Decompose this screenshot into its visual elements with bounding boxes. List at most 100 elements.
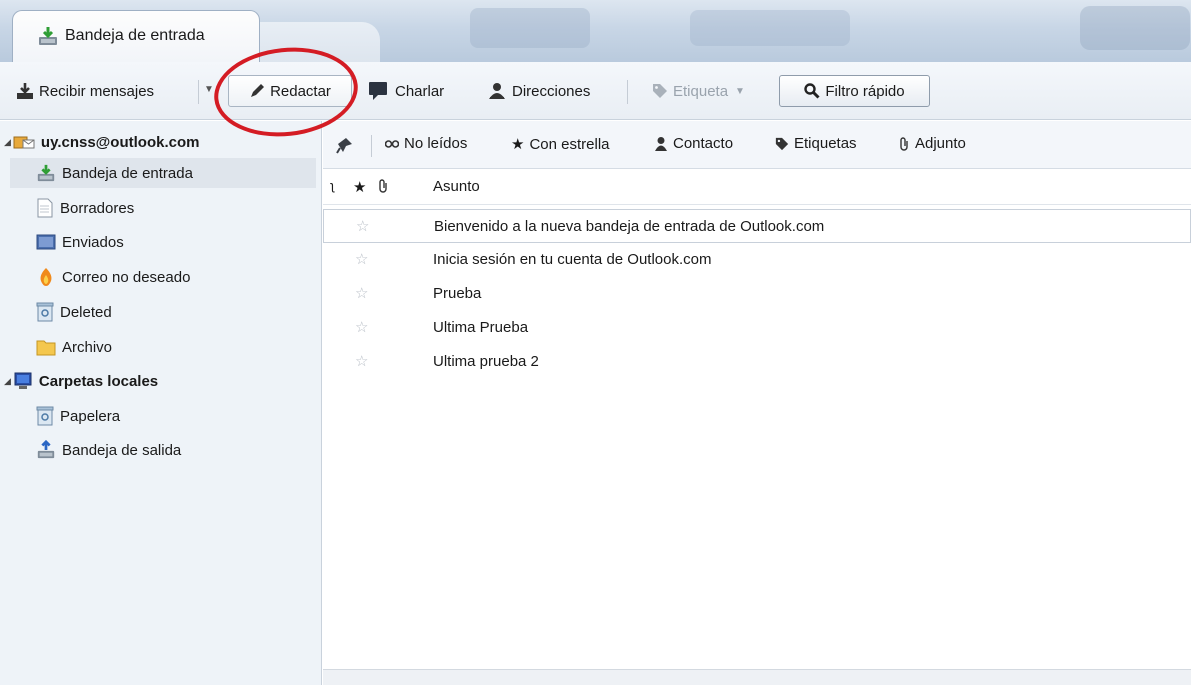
toolbar-separator xyxy=(198,80,199,104)
local-folders-label: Carpetas locales xyxy=(38,372,159,390)
pencil-icon xyxy=(249,83,265,99)
quick-filter-bar: No leídos ★ Con estrella Contacto Etique… xyxy=(323,121,1191,169)
account-mail-icon xyxy=(13,133,35,151)
tab-inbox[interactable]: Bandeja de entrada xyxy=(12,10,260,62)
folder-label: Borradores xyxy=(60,199,135,217)
folder-label: Correo no deseado xyxy=(62,268,191,286)
blurred-background xyxy=(1080,6,1190,50)
chevron-down-icon[interactable]: ▼ xyxy=(204,84,214,95)
outbox-icon xyxy=(36,440,56,460)
message-subject: Ultima Prueba xyxy=(433,319,529,336)
tab-gap xyxy=(260,22,380,62)
account-label: uy.cnss@outlook.com xyxy=(40,133,200,151)
tag-label: Etiqueta xyxy=(673,82,729,100)
message-row[interactable]: ☆ Bienvenido a la nueva bandeja de entra… xyxy=(323,209,1191,243)
star-icon[interactable]: ☆ xyxy=(356,217,369,235)
chevron-down-icon: ▼ xyxy=(735,85,745,97)
folder-archive[interactable]: Archivo xyxy=(36,332,112,362)
toolbar-separator xyxy=(627,80,628,104)
message-subject: Inicia sesión en tu cuenta de Outlook.co… xyxy=(433,251,712,268)
get-messages-button[interactable]: Recibir mensajes xyxy=(16,75,154,107)
tab-strip: Bandeja de entrada xyxy=(0,0,1191,62)
inbox-icon xyxy=(36,163,56,183)
blurred-background xyxy=(690,10,850,46)
message-row[interactable]: ☆ Inicia sesión en tu cuenta de Outlook.… xyxy=(323,243,1191,277)
message-row[interactable]: ☆ Ultima prueba 2 xyxy=(323,345,1191,379)
chat-button[interactable]: Charlar xyxy=(368,75,444,107)
trash-icon xyxy=(36,302,54,322)
address-book-button[interactable]: Direcciones xyxy=(487,75,590,107)
folder-sent[interactable]: Enviados xyxy=(36,227,124,257)
expand-triangle-icon[interactable]: ◢ xyxy=(4,137,11,148)
blurred-background xyxy=(470,8,590,48)
attachment-filter-label: Adjunto xyxy=(915,135,966,152)
account-item[interactable]: ◢ uy.cnss@outlook.com xyxy=(4,129,199,155)
unread-filter-button[interactable]: No leídos xyxy=(385,135,467,152)
pin-filter-button[interactable] xyxy=(335,135,360,155)
folder-label: Archivo xyxy=(62,338,113,356)
sent-icon xyxy=(36,233,56,251)
thread-column-icon[interactable]: ʅ xyxy=(331,178,334,193)
folder-inbox[interactable]: Bandeja de entrada xyxy=(10,158,316,188)
contact-filter-label: Contacto xyxy=(673,135,734,152)
folder-label: Enviados xyxy=(62,233,124,251)
contact-filter-button[interactable]: Contacto xyxy=(654,135,733,152)
folder-label: Deleted xyxy=(60,303,112,321)
computer-icon xyxy=(13,371,33,391)
compose-button[interactable]: Redactar xyxy=(228,75,352,107)
trash-icon xyxy=(36,406,54,426)
folder-outbox[interactable]: Bandeja de salida xyxy=(36,435,181,465)
junk-icon xyxy=(36,267,56,287)
attachment-column-icon[interactable] xyxy=(377,178,389,198)
message-subject: Ultima prueba 2 xyxy=(433,353,539,370)
contact-icon xyxy=(654,136,668,152)
star-icon[interactable]: ☆ xyxy=(355,284,368,302)
subject-column-header[interactable]: Asunto xyxy=(433,178,480,195)
starred-filter-button[interactable]: ★ Con estrella xyxy=(511,135,610,154)
address-book-icon xyxy=(487,82,507,100)
chat-icon xyxy=(368,81,390,101)
search-icon xyxy=(804,83,820,99)
folder-label: Bandeja de entrada xyxy=(62,164,193,182)
get-messages-label: Recibir mensajes xyxy=(39,82,155,100)
horizontal-scrollbar[interactable] xyxy=(323,669,1191,685)
folder-pane: ◢ uy.cnss@outlook.com Bandeja de entrada… xyxy=(0,121,322,685)
star-column-icon[interactable]: ★ xyxy=(353,178,366,196)
filter-separator xyxy=(371,135,372,157)
address-book-label: Direcciones xyxy=(512,82,591,100)
tags-filter-button[interactable]: Etiquetas xyxy=(775,135,857,152)
folder-junk[interactable]: Correo no deseado xyxy=(36,262,190,292)
attachment-filter-button[interactable]: Adjunto xyxy=(898,135,966,152)
tag-button[interactable]: Etiqueta ▼ xyxy=(652,75,745,107)
folder-label: Bandeja de salida xyxy=(62,441,182,459)
column-header: ʅ ★ Asunto xyxy=(323,169,1191,205)
star-icon[interactable]: ☆ xyxy=(355,352,368,370)
star-icon: ★ xyxy=(511,136,525,153)
message-row[interactable]: ☆ Ultima Prueba xyxy=(323,311,1191,345)
drafts-icon xyxy=(36,198,54,218)
expand-triangle-icon[interactable]: ◢ xyxy=(4,376,11,387)
folder-drafts[interactable]: Borradores xyxy=(36,193,134,223)
main-toolbar: Recibir mensajes ▼ Redactar Charlar Dire… xyxy=(0,62,1191,120)
message-subject: Bienvenido a la nueva bandeja de entrada… xyxy=(434,218,825,235)
local-folders-item[interactable]: ◢ Carpetas locales xyxy=(4,366,158,396)
get-mail-icon xyxy=(16,82,34,100)
unread-filter-label: No leídos xyxy=(404,135,468,152)
unread-dots-icon xyxy=(385,139,399,149)
compose-label: Redactar xyxy=(270,82,331,100)
pin-icon xyxy=(335,135,355,155)
star-icon[interactable]: ☆ xyxy=(355,250,368,268)
quick-filter-label: Filtro rápido xyxy=(825,82,905,100)
inbox-icon xyxy=(37,25,59,51)
folder-trash[interactable]: Papelera xyxy=(36,401,120,431)
tag-icon xyxy=(652,83,668,99)
folder-deleted[interactable]: Deleted xyxy=(36,297,112,327)
star-icon[interactable]: ☆ xyxy=(355,318,368,336)
tab-label: Bandeja de entrada xyxy=(65,27,205,44)
tags-filter-label: Etiquetas xyxy=(794,135,857,152)
message-row[interactable]: ☆ Prueba xyxy=(323,277,1191,311)
chat-label: Charlar xyxy=(395,82,445,100)
quick-filter-button[interactable]: Filtro rápido xyxy=(779,75,930,107)
starred-filter-label: Con estrella xyxy=(529,135,610,153)
folder-label: Papelera xyxy=(60,407,121,425)
